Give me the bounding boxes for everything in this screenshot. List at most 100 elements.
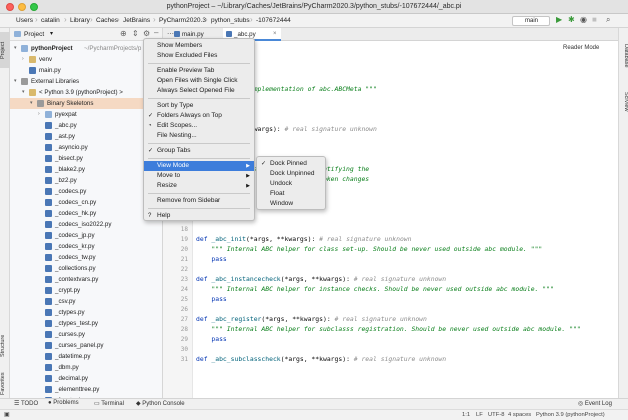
tree-item[interactable]: › venv	[10, 54, 162, 65]
tree-item[interactable]: _contextvars.py	[10, 274, 162, 285]
caret-position[interactable]: 1:1	[462, 412, 470, 418]
tree-item[interactable]: _codecs_cn.py	[10, 197, 162, 208]
tree-item[interactable]: _ctypes_test.py	[10, 318, 162, 329]
menu-item-open-files-with-single-click[interactable]: Open Files with Single Click	[144, 76, 254, 86]
problems-tool-button[interactable]: ● Problems	[48, 400, 79, 406]
tree-item[interactable]: _codecs_hk.py	[10, 208, 162, 219]
tree-item[interactable]: _ast.py	[10, 131, 162, 142]
run-config-select[interactable]: main	[512, 16, 550, 26]
menu-item-label: Undock	[270, 180, 293, 187]
menu-item-sort-by-type[interactable]: Sort by Type	[144, 101, 254, 111]
line-number: 22	[180, 266, 188, 273]
tree-item[interactable]: main.py	[10, 65, 162, 76]
menu-item-remove-from-sidebar[interactable]: Remove from Sidebar	[144, 196, 254, 206]
python-console-tool-button[interactable]: ◆ Python Console	[136, 400, 185, 407]
tree-item[interactable]: _curses.py	[10, 329, 162, 340]
menu-item-show-excluded-files[interactable]: Show Excluded Files	[144, 51, 254, 61]
breadcrumb-jetbrains[interactable]: JetBrains	[123, 17, 150, 24]
breadcrumb-stub-id[interactable]: -107672444	[256, 17, 291, 24]
tree-item[interactable]: ▾ < Python 3.9 (pythonProject) >	[10, 87, 162, 98]
chevron-down-icon[interactable]: ▾	[50, 30, 53, 37]
coverage-icon[interactable]: ◉	[580, 15, 587, 24]
breadcrumb-pycharm[interactable]: PyCharm2020.3	[159, 17, 206, 24]
right-tool-strip: Database SciView	[618, 28, 628, 398]
stop-icon[interactable]: ■	[592, 15, 597, 24]
database-tool-tab[interactable]: Database	[619, 36, 628, 76]
view-mode-undock[interactable]: Undock	[257, 179, 325, 189]
tree-item[interactable]: _codecs.py	[10, 186, 162, 197]
view-mode-dock-pinned[interactable]: ✓ Dock Pinned	[257, 159, 325, 169]
project-panel-title[interactable]: Project	[24, 31, 44, 38]
view-mode-window[interactable]: Window	[257, 199, 325, 209]
menu-item-folders-always-on-top[interactable]: ✓ Folders Always on Top	[144, 111, 254, 121]
search-icon[interactable]: ⌕	[606, 15, 610, 25]
tree-item[interactable]: _bz2.py	[10, 175, 162, 186]
view-mode-dock-unpinned[interactable]: Dock Unpinned	[257, 169, 325, 179]
tree-item[interactable]: _blake2.py	[10, 164, 162, 175]
file-encoding[interactable]: UTF-8	[488, 412, 504, 418]
tree-item[interactable]: _csv.py	[10, 296, 162, 307]
close-tab-icon[interactable]: ×	[273, 28, 277, 41]
menu-item-show-members[interactable]: Show Members	[144, 41, 254, 51]
tree-item[interactable]: _crypt.py	[10, 285, 162, 296]
tree-item[interactable]: _abc.py	[10, 120, 162, 131]
chevron-down-icon[interactable]: ▾	[14, 43, 17, 54]
tree-item[interactable]: ▾ Binary Skeletons	[10, 98, 162, 109]
tree-item[interactable]: _curses_panel.py	[10, 340, 162, 351]
run-icon[interactable]: ▶	[556, 15, 562, 24]
menu-item-enable-preview-tab[interactable]: Enable Preview Tab	[144, 66, 254, 76]
status-toggle-icon[interactable]: ▣	[4, 412, 9, 418]
tree-item[interactable]: _datetime.py	[10, 351, 162, 362]
tree-item[interactable]: _dbm.py	[10, 362, 162, 373]
breadcrumb-python-stubs[interactable]: python_stubs	[211, 17, 250, 24]
tree-item[interactable]: › pyexpat	[10, 109, 162, 120]
tree-item[interactable]: _codecs_tw.py	[10, 252, 162, 263]
tree-item[interactable]: _collections.py	[10, 263, 162, 274]
structure-tool-tab[interactable]: Structure	[0, 326, 10, 366]
python-file-icon	[45, 144, 52, 151]
python-interpreter[interactable]: Python 3.9 (pythonProject)	[536, 412, 605, 418]
line-separator[interactable]: LF	[476, 412, 483, 418]
breadcrumb-library[interactable]: Library	[70, 17, 90, 24]
tree-item[interactable]: _bisect.py	[10, 153, 162, 164]
debug-icon[interactable]: ✱	[568, 15, 575, 24]
tree-item[interactable]: ▾ External Libraries	[10, 76, 162, 87]
menu-item-edit-scopes[interactable]: ◔ Edit Scopes...	[144, 121, 254, 131]
tree-item[interactable]: _decimal.py	[10, 373, 162, 384]
chevron-right-icon[interactable]: ›	[22, 54, 24, 65]
chevron-down-icon[interactable]: ▾	[22, 87, 25, 98]
reader-mode-toggle[interactable]: Reader Mode	[563, 45, 599, 51]
tree-item[interactable]: _codecs_kr.py	[10, 241, 162, 252]
tree-item[interactable]: _codecs_jp.py	[10, 230, 162, 241]
menu-item-always-select-opened-file[interactable]: Always Select Opened File	[144, 86, 254, 96]
breadcrumb-catalin[interactable]: catalin	[41, 17, 60, 24]
menu-item-file-nesting[interactable]: File Nesting...	[144, 131, 254, 141]
indent-setting[interactable]: 4 spaces	[508, 412, 531, 418]
tree-item[interactable]: _ctypes.py	[10, 307, 162, 318]
chevron-right-icon[interactable]: ›	[38, 109, 40, 120]
chevron-down-icon[interactable]: ▾	[14, 76, 17, 87]
tree-item[interactable]: ▾ pythonProject ~/PycharmProjects/p	[10, 43, 162, 54]
chevron-down-icon[interactable]: ▾	[30, 98, 33, 109]
menu-item-help[interactable]: ? Help	[144, 211, 254, 221]
project-tool-tab[interactable]: Project	[0, 32, 10, 68]
view-mode-float[interactable]: Float	[257, 189, 325, 199]
tree-item[interactable]: _asyncio.py	[10, 142, 162, 153]
favorites-tool-tab[interactable]: Favorites	[0, 372, 10, 396]
breadcrumb-caches[interactable]: Caches	[96, 17, 118, 24]
sciview-tool-tab[interactable]: SciView	[619, 84, 628, 120]
event-log-button[interactable]: ◎ Event Log	[578, 400, 612, 407]
menu-item-view-mode[interactable]: View Mode ▶	[144, 161, 254, 171]
tree-item[interactable]: _codecs_iso2022.py	[10, 219, 162, 230]
hide-panel-icon[interactable]: –	[154, 28, 158, 37]
menu-item-resize[interactable]: Resize ▶	[144, 181, 254, 191]
terminal-tool-button[interactable]: ▭ Terminal	[94, 400, 124, 407]
locate-icon[interactable]: ⊕	[120, 29, 127, 38]
breadcrumb-users[interactable]: Users	[16, 17, 33, 24]
gear-icon[interactable]: ⚙	[143, 29, 150, 38]
menu-item-group-tabs[interactable]: ✓ Group Tabs	[144, 146, 254, 156]
tree-item[interactable]: _elementtree.py	[10, 384, 162, 395]
menu-item-move-to[interactable]: Move to ▶	[144, 171, 254, 181]
todo-tool-button[interactable]: ☰ TODO	[14, 400, 38, 407]
collapse-all-icon[interactable]: ⇕	[132, 29, 139, 38]
